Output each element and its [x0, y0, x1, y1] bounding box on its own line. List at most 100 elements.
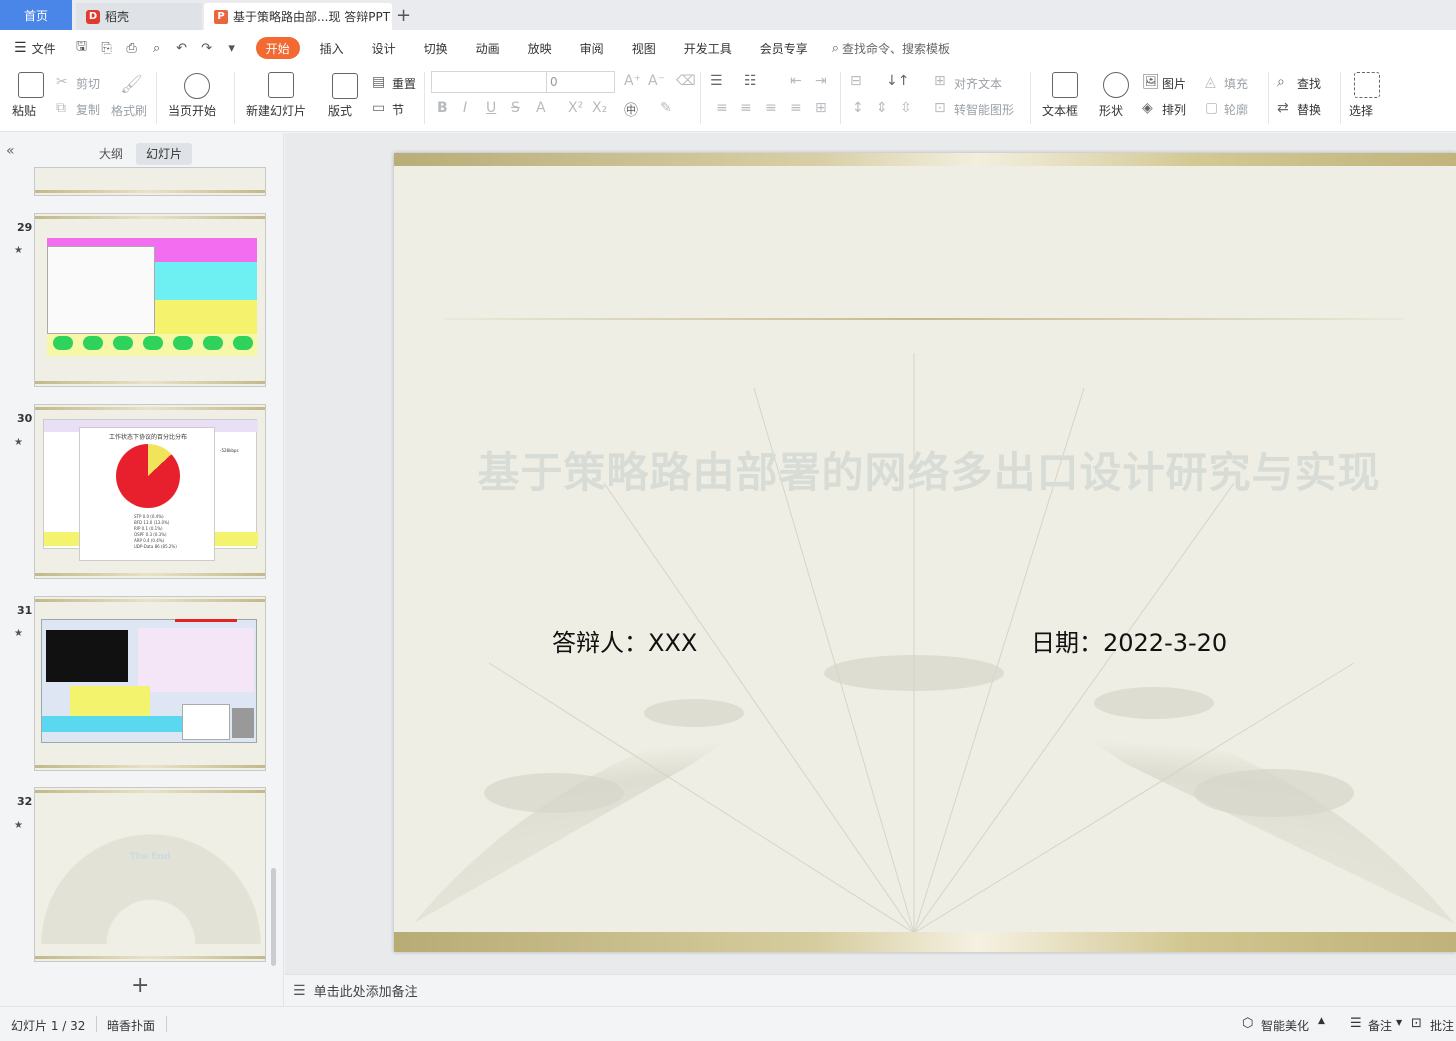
tab-daoke[interactable]: D 稻壳 — [76, 3, 202, 30]
decrease-font-icon[interactable]: A⁻ — [648, 73, 665, 89]
comments-button[interactable]: 批注 — [1430, 1017, 1454, 1034]
align-text-button[interactable]: 对齐文本 — [954, 75, 1002, 92]
new-tab-button[interactable]: + — [396, 5, 411, 26]
tab-insert[interactable]: 插入 — [306, 37, 358, 59]
distribute-icon[interactable]: ⊞ — [815, 100, 827, 116]
slide-thumbnail-28[interactable] — [34, 167, 266, 196]
print-icon[interactable]: ⎙ — [124, 41, 140, 56]
tab-transition[interactable]: 切换 — [410, 37, 462, 59]
paragraph-spacing-icon[interactable]: ⇕ — [876, 100, 888, 116]
textbox-icon[interactable] — [1052, 72, 1078, 98]
reset-button[interactable]: 重置 — [392, 75, 416, 92]
tab-design[interactable]: 设计 — [358, 37, 410, 59]
subscript-icon[interactable]: X₂ — [592, 100, 607, 116]
redo-icon[interactable]: ↷ — [199, 41, 215, 56]
font-name-select[interactable] — [431, 71, 547, 93]
select-button[interactable]: 选择 — [1349, 102, 1373, 119]
layout-button[interactable]: 版式 — [328, 102, 352, 119]
cut-button[interactable]: 剪切 — [76, 75, 100, 92]
convert-smartart-button[interactable]: 转智能图形 — [954, 101, 1014, 118]
slide-thumbnail-32[interactable]: The End — [34, 787, 266, 962]
fill-button[interactable]: 填充 — [1224, 75, 1248, 92]
increase-font-icon[interactable]: A⁺ — [624, 73, 641, 89]
tab-slideshow[interactable]: 放映 — [514, 37, 566, 59]
clear-format-icon[interactable]: ⌫ — [676, 73, 696, 89]
tab-animation[interactable]: 动画 — [462, 37, 514, 59]
line-spacing-icon[interactable]: ↕ — [852, 100, 864, 116]
format-painter-button[interactable]: 格式刷 — [111, 102, 147, 119]
chevron-down-icon[interactable]: ▼ — [1396, 1018, 1402, 1027]
command-search[interactable]: ⌕ 查找命令、搜索模板 — [832, 40, 950, 57]
underline-icon[interactable]: U — [486, 100, 496, 116]
paste-icon[interactable] — [18, 72, 44, 98]
tab-slides[interactable]: 幻灯片 — [136, 143, 193, 165]
justify-icon[interactable]: ≡ — [790, 100, 802, 116]
align-center-icon[interactable]: ≡ — [740, 100, 752, 116]
tab-document[interactable]: P 基于策略路由部...现 答辩PPT — [204, 3, 392, 30]
add-slide-button[interactable]: + — [131, 973, 149, 998]
bold-icon[interactable]: B — [437, 100, 448, 116]
date-text[interactable]: 日期：2022-3-20 — [1031, 623, 1227, 658]
new-slide-icon[interactable] — [268, 72, 294, 98]
align-right-icon[interactable]: ≡ — [765, 100, 777, 116]
slide-thumbnail-29[interactable] — [34, 213, 266, 387]
numbered-list-icon[interactable]: ☷ — [744, 73, 757, 89]
layout-icon[interactable] — [332, 73, 358, 99]
notes-pane[interactable]: ☰ 单击此处添加备注 — [285, 974, 1456, 1006]
current-slide[interactable]: 基于策略路由部署的网络多出口设计研究与实现 答辩人：XXX 日期：2022-3-… — [394, 153, 1456, 952]
outline-button[interactable]: 轮廓 — [1224, 101, 1248, 118]
textbox-button[interactable]: 文本框 — [1042, 102, 1078, 119]
tab-start[interactable]: 开始 — [255, 37, 300, 59]
export-pdf-icon[interactable]: ⎘ — [99, 41, 115, 56]
superscript-icon[interactable]: X² — [568, 100, 583, 116]
text-direction-icon[interactable]: ⊟ — [850, 73, 862, 89]
tab-member[interactable]: 会员专享 — [746, 37, 822, 59]
smart-beautify-button[interactable]: 智能美化 — [1261, 1017, 1309, 1034]
phonetic-icon[interactable]: ㊥ — [624, 100, 638, 120]
theme-name[interactable]: 暗香扑面 — [107, 1017, 155, 1034]
file-menu-button[interactable]: ☰ 文件 — [14, 40, 56, 57]
picture-button[interactable]: 图片 — [1162, 75, 1186, 92]
undo-icon[interactable]: ↶ — [174, 41, 190, 56]
play-icon[interactable] — [184, 73, 210, 99]
defender-text[interactable]: 答辩人：XXX — [552, 623, 697, 658]
save-icon[interactable]: 🖫 — [74, 37, 90, 59]
copy-button[interactable]: 复制 — [76, 101, 100, 118]
find-button[interactable]: 查找 — [1297, 75, 1321, 92]
decrease-indent-icon[interactable]: ⇤ — [790, 73, 802, 89]
replace-button[interactable]: 替换 — [1297, 101, 1321, 118]
sort-icon[interactable]: ↓↑ — [886, 73, 909, 89]
font-color-icon[interactable]: A — [536, 100, 546, 116]
highlight-icon[interactable]: ✎ — [660, 100, 672, 116]
paste-button[interactable]: 粘贴 — [12, 102, 36, 119]
print-preview-icon[interactable]: ⌕ — [149, 41, 165, 56]
shape-button[interactable]: 形状 — [1099, 102, 1123, 119]
italic-icon[interactable]: I — [463, 100, 467, 116]
arrange-button[interactable]: 排列 — [1162, 101, 1186, 118]
strikethrough-icon[interactable]: S — [511, 100, 520, 116]
tab-view[interactable]: 视图 — [618, 37, 670, 59]
collapse-panel-icon[interactable]: « — [6, 143, 15, 159]
increase-indent-icon[interactable]: ⇥ — [815, 73, 827, 89]
chevron-up-icon[interactable]: ▲ — [1318, 1016, 1325, 1026]
customize-toolbar-icon[interactable]: ▾ — [224, 41, 240, 56]
section-button[interactable]: 节 — [392, 101, 404, 118]
notes-toggle-button[interactable]: 备注 — [1368, 1017, 1392, 1034]
slide-thumbnail-30[interactable]: -528kbps 工作状态下协议的百分比分布 STP 0.0 (0.4%) BF… — [34, 404, 266, 579]
slide-title[interactable]: 基于策略路由部署的网络多出口设计研究与实现 — [394, 439, 1456, 500]
shape-icon[interactable] — [1103, 72, 1129, 98]
tab-developer[interactable]: 开发工具 — [670, 37, 746, 59]
slide-thumbnail-31[interactable] — [34, 596, 266, 771]
tab-review[interactable]: 审阅 — [566, 37, 618, 59]
new-slide-button[interactable]: 新建幻灯片 — [246, 102, 306, 119]
play-current-button[interactable]: 当页开始 — [168, 102, 216, 119]
bullet-list-icon[interactable]: ☰ — [710, 73, 723, 89]
select-icon[interactable] — [1354, 72, 1380, 98]
column-icon[interactable]: ⇳ — [900, 100, 912, 116]
align-left-icon[interactable]: ≡ — [716, 100, 728, 116]
copy-icon: ⧉ — [56, 100, 66, 116]
font-size-select[interactable]: 0 — [547, 71, 615, 93]
thumbnail-scrollbar[interactable] — [271, 868, 276, 966]
tab-home[interactable]: 首页 — [0, 0, 72, 30]
tab-outline[interactable]: 大纲 — [89, 143, 133, 165]
